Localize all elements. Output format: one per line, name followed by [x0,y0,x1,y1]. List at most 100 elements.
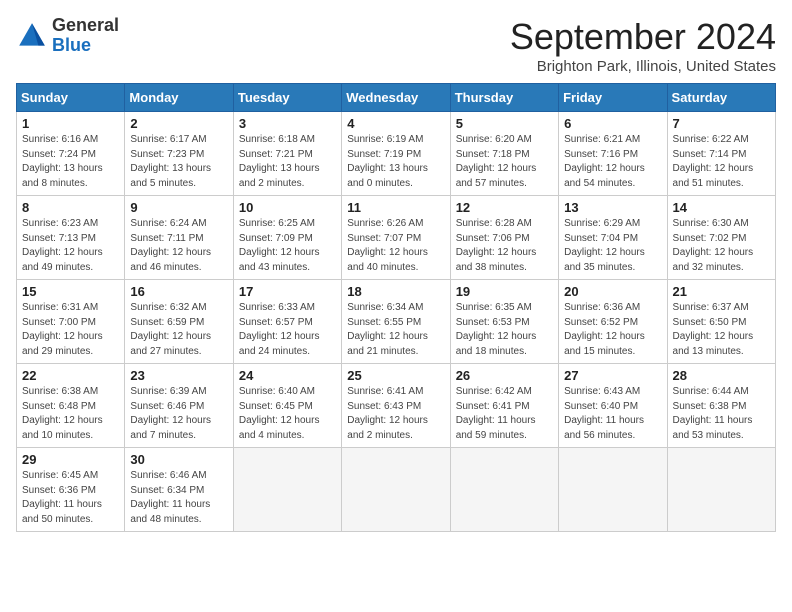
logo: General Blue [16,16,119,56]
day-number: 1 [22,116,119,131]
calendar-day-cell: 22 Sunrise: 6:38 AMSunset: 6:48 PMDayligh… [17,364,125,448]
day-info: Sunrise: 6:16 AMSunset: 7:24 PMDaylight:… [22,133,119,191]
day-info: Sunrise: 6:31 AMSunset: 7:00 PMDaylight:… [22,301,119,359]
day-info: Sunrise: 6:18 AMSunset: 7:21 PMDaylight:… [239,133,336,191]
day-number: 29 [22,452,119,467]
calendar-day-cell: 16Sunrise: 6:32 AMSunset: 6:59 PMDayligh… [125,280,233,364]
calendar-header-row: SundayMondayTuesdayWednesdayThursdayFrid… [17,84,776,112]
calendar-day-cell: 10 Sunrise: 6:25 AMSunset: 7:09 PMDayligh… [233,196,341,280]
calendar-day-cell: 26 Sunrise: 6:42 AMSunset: 6:41 PMDayligh… [450,364,558,448]
calendar-day-cell: 13Sunrise: 6:29 AMSunset: 7:04 PMDayligh… [559,196,667,280]
day-number: 27 [564,368,661,383]
day-number: 6 [564,116,661,131]
col-header-tuesday: Tuesday [233,84,341,112]
calendar-day-cell: 17 Sunrise: 6:33 AMSunset: 6:57 PMDayligh… [233,280,341,364]
day-info: Sunrise: 6:26 AMSunset: 7:07 PMDaylight:… [347,217,444,275]
day-number: 30 [130,452,227,467]
day-number: 9 [130,200,227,215]
day-info: Sunrise: 6:38 AMSunset: 6:48 PMDaylight:… [22,385,119,443]
calendar-day-cell: 30Sunrise: 6:46 AMSunset: 6:34 PMDayligh… [125,448,233,532]
col-header-friday: Friday [559,84,667,112]
day-number: 28 [673,368,770,383]
day-info: Sunrise: 6:44 AMSunset: 6:38 PMDaylight:… [673,385,770,443]
day-number: 5 [456,116,553,131]
day-number: 18 [347,284,444,299]
calendar-week-row: 22 Sunrise: 6:38 AMSunset: 6:48 PMDayligh… [17,364,776,448]
calendar-day-cell: 19 Sunrise: 6:35 AMSunset: 6:53 PMDayligh… [450,280,558,364]
calendar-day-cell: 29 Sunrise: 6:45 AMSunset: 6:36 PMDayligh… [17,448,125,532]
calendar-day-cell [342,448,450,532]
day-number: 14 [673,200,770,215]
day-info: Sunrise: 6:28 AMSunset: 7:06 PMDaylight:… [456,217,553,275]
day-info: Sunrise: 6:34 AMSunset: 6:55 PMDaylight:… [347,301,444,359]
col-header-saturday: Saturday [667,84,775,112]
day-info: Sunrise: 6:30 AMSunset: 7:02 PMDaylight:… [673,217,770,275]
day-number: 19 [456,284,553,299]
day-number: 3 [239,116,336,131]
day-number: 20 [564,284,661,299]
calendar-week-row: 8Sunrise: 6:23 AMSunset: 7:13 PMDaylight… [17,196,776,280]
day-number: 7 [673,116,770,131]
calendar-day-cell: 15 Sunrise: 6:31 AMSunset: 7:00 PMDayligh… [17,280,125,364]
day-number: 21 [673,284,770,299]
day-info: Sunrise: 6:20 AMSunset: 7:18 PMDaylight:… [456,133,553,191]
day-info: Sunrise: 6:23 AMSunset: 7:13 PMDaylight:… [22,217,119,275]
day-info: Sunrise: 6:21 AMSunset: 7:16 PMDaylight:… [564,133,661,191]
calendar-week-row: 29 Sunrise: 6:45 AMSunset: 6:36 PMDayligh… [17,448,776,532]
month-title: September 2024 [510,16,776,58]
day-number: 23 [130,368,227,383]
day-info: Sunrise: 6:24 AMSunset: 7:11 PMDaylight:… [130,217,227,275]
day-number: 26 [456,368,553,383]
day-info: Sunrise: 6:41 AMSunset: 6:43 PMDaylight:… [347,385,444,443]
page-header: General Blue September 2024 Brighton Par… [16,16,776,75]
location: Brighton Park, Illinois, United States [510,58,776,75]
calendar-day-cell: 20Sunrise: 6:36 AMSunset: 6:52 PMDayligh… [559,280,667,364]
calendar-day-cell [233,448,341,532]
calendar-day-cell: 1 Sunrise: 6:16 AMSunset: 7:24 PMDaylight… [17,112,125,196]
day-number: 13 [564,200,661,215]
day-info: Sunrise: 6:17 AMSunset: 7:23 PMDaylight:… [130,133,227,191]
calendar-day-cell: 12 Sunrise: 6:28 AMSunset: 7:06 PMDayligh… [450,196,558,280]
calendar-day-cell: 18 Sunrise: 6:34 AMSunset: 6:55 PMDayligh… [342,280,450,364]
calendar-day-cell [559,448,667,532]
day-number: 17 [239,284,336,299]
calendar-day-cell: 6 Sunrise: 6:21 AMSunset: 7:16 PMDaylight… [559,112,667,196]
calendar-day-cell [667,448,775,532]
day-info: Sunrise: 6:45 AMSunset: 6:36 PMDaylight:… [22,469,119,527]
day-number: 24 [239,368,336,383]
day-number: 10 [239,200,336,215]
calendar-day-cell: 24Sunrise: 6:40 AMSunset: 6:45 PMDayligh… [233,364,341,448]
col-header-thursday: Thursday [450,84,558,112]
calendar-table: SundayMondayTuesdayWednesdayThursdayFrid… [16,83,776,532]
day-info: Sunrise: 6:42 AMSunset: 6:41 PMDaylight:… [456,385,553,443]
calendar-day-cell: 25Sunrise: 6:41 AMSunset: 6:43 PMDayligh… [342,364,450,448]
calendar-day-cell: 3 Sunrise: 6:18 AMSunset: 7:21 PMDaylight… [233,112,341,196]
day-number: 4 [347,116,444,131]
day-info: Sunrise: 6:25 AMSunset: 7:09 PMDaylight:… [239,217,336,275]
title-section: September 2024 Brighton Park, Illinois, … [510,16,776,75]
calendar-day-cell: 28 Sunrise: 6:44 AMSunset: 6:38 PMDayligh… [667,364,775,448]
calendar-day-cell: 2Sunrise: 6:17 AMSunset: 7:23 PMDaylight… [125,112,233,196]
calendar-day-cell: 7Sunrise: 6:22 AMSunset: 7:14 PMDaylight… [667,112,775,196]
calendar-day-cell: 21Sunrise: 6:37 AMSunset: 6:50 PMDayligh… [667,280,775,364]
col-header-sunday: Sunday [17,84,125,112]
day-number: 12 [456,200,553,215]
day-info: Sunrise: 6:35 AMSunset: 6:53 PMDaylight:… [456,301,553,359]
day-number: 15 [22,284,119,299]
col-header-wednesday: Wednesday [342,84,450,112]
calendar-day-cell: 11 Sunrise: 6:26 AMSunset: 7:07 PMDayligh… [342,196,450,280]
logo-icon [16,20,48,52]
calendar-day-cell: 4Sunrise: 6:19 AMSunset: 7:19 PMDaylight… [342,112,450,196]
logo-blue: Blue [52,35,91,55]
logo-general: General [52,15,119,35]
calendar-day-cell: 14 Sunrise: 6:30 AMSunset: 7:02 PMDayligh… [667,196,775,280]
day-number: 11 [347,200,444,215]
calendar-day-cell: 5 Sunrise: 6:20 AMSunset: 7:18 PMDaylight… [450,112,558,196]
calendar-day-cell: 8Sunrise: 6:23 AMSunset: 7:13 PMDaylight… [17,196,125,280]
day-number: 22 [22,368,119,383]
col-header-monday: Monday [125,84,233,112]
calendar-day-cell [450,448,558,532]
day-info: Sunrise: 6:33 AMSunset: 6:57 PMDaylight:… [239,301,336,359]
calendar-day-cell: 9 Sunrise: 6:24 AMSunset: 7:11 PMDaylight… [125,196,233,280]
calendar-day-cell: 27Sunrise: 6:43 AMSunset: 6:40 PMDayligh… [559,364,667,448]
